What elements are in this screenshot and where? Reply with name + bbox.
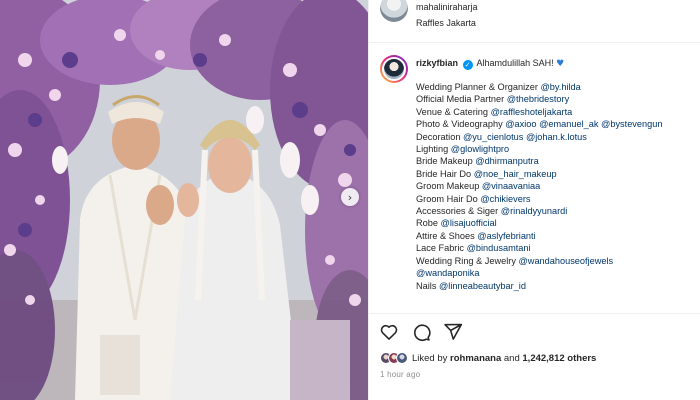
credit-label: Attire & Shoes xyxy=(416,230,478,241)
credit-tag-link[interactable]: @wandahouseofjewels xyxy=(518,256,613,266)
caption-username[interactable]: rizkyfbian xyxy=(416,58,458,68)
verified-badge-icon: ✓ xyxy=(462,60,473,70)
caption-text: Alhamdulillah SAH! xyxy=(476,58,554,68)
credit-tag-link[interactable]: @dhirmanputra xyxy=(475,156,538,166)
post-side-panel: mahaliniraharja Raffles Jakarta rizkyfbi… xyxy=(368,0,700,400)
credit-line: Robe @lisajuofficial xyxy=(416,217,700,229)
credit-tag-link[interactable]: @thebridestory xyxy=(507,94,569,104)
credit-label: Wedding Ring & Jewelry xyxy=(416,255,519,266)
likes-middle: and xyxy=(501,352,523,364)
likes-text[interactable]: Liked by rohmanana and 1,242,812 others xyxy=(412,353,596,364)
caption-credits: Wedding Planner & Organizer @by.hilda Off… xyxy=(416,81,700,292)
likes-count[interactable]: 1,242,812 others xyxy=(522,353,596,364)
credit-line: Accessories & Siger @rinaldyyunardi xyxy=(416,205,700,217)
credit-label: Lace Fabric xyxy=(416,243,467,254)
credit-tag-link[interactable]: @linneabeautybar_id xyxy=(439,281,526,291)
credit-line: Groom Makeup @vinaavaniaa xyxy=(416,180,700,192)
credit-line: @wandaponika xyxy=(416,267,700,279)
likes-row: Liked by rohmanana and 1,242,812 others xyxy=(380,352,596,364)
credit-line: Lighting @glowlightpro xyxy=(416,143,700,155)
credit-label: Official Media Partner xyxy=(416,94,507,105)
share-icon[interactable] xyxy=(443,322,463,342)
credit-line: Attire & Shoes @aslyfebrianti xyxy=(416,230,700,242)
blue-heart-icon: ♥ xyxy=(556,59,565,69)
credit-line: Groom Hair Do @chikievers xyxy=(416,193,700,205)
credit-line: Bride Hair Do @noe_hair_makeup xyxy=(416,168,700,180)
header-location[interactable]: Raffles Jakarta xyxy=(416,18,476,28)
credit-tag-link[interactable]: @axioo @emanuel_ak @bystevengun xyxy=(505,119,662,129)
credit-tag-link[interactable]: @bindusamtani xyxy=(467,243,531,253)
credit-line: Photo & Videography @axioo @emanuel_ak @… xyxy=(416,118,700,130)
credit-tag-link[interactable]: @lisajuofficial xyxy=(441,218,497,228)
credit-label: Venue & Catering xyxy=(416,106,491,117)
credit-label: Lighting xyxy=(416,144,451,155)
header-avatar[interactable] xyxy=(380,0,408,22)
credit-label: Robe xyxy=(416,218,441,229)
credit-label: Decoration xyxy=(416,131,463,142)
credit-tag-link[interactable]: @raffleshoteljakarta xyxy=(491,107,573,117)
credit-label: Wedding Planner & Organizer xyxy=(416,82,541,92)
comment-icon[interactable] xyxy=(411,322,431,342)
credit-tag-link[interactable]: @chikievers xyxy=(480,194,530,204)
credit-label: Groom Hair Do xyxy=(416,193,481,204)
credit-tag-link[interactable]: @glowlightpro xyxy=(451,144,509,154)
credit-line: Venue & Catering @raffleshoteljakarta xyxy=(416,106,700,118)
likes-user[interactable]: rohmanana xyxy=(450,353,501,364)
credit-line: Official Media Partner @thebridestory xyxy=(416,93,700,105)
action-bar xyxy=(379,322,463,342)
credit-label: Nails xyxy=(416,280,439,291)
post-photo[interactable]: › xyxy=(0,0,368,400)
credit-line: Wedding Planner & Organizer @by.hilda xyxy=(416,81,700,93)
header-username[interactable]: mahaliniraharja xyxy=(416,2,478,12)
credit-line: Lace Fabric @bindusamtani xyxy=(416,242,700,254)
credit-label: Photo & Videography xyxy=(416,119,506,130)
credit-line: Wedding Ring & Jewelry @wandahouseofjewe… xyxy=(416,255,700,267)
post-timestamp[interactable]: 1 hour ago xyxy=(380,370,420,379)
credit-tag-link[interactable]: @aslyfebrianti xyxy=(477,231,535,241)
credit-tag-link[interactable]: @wandaponika xyxy=(416,268,479,278)
credit-label: Accessories & Siger xyxy=(416,206,501,217)
header-divider xyxy=(369,42,700,43)
wedding-photo-illustration xyxy=(0,0,368,400)
caption-avatar[interactable] xyxy=(380,55,408,83)
caption-header: rizkyfbian ✓ Alhamdulillah SAH! ♥ xyxy=(416,58,564,70)
credit-label: Groom Makeup xyxy=(416,181,482,192)
credit-line: Decoration @yu_cienlotus @johan.k.lotus xyxy=(416,131,700,143)
carousel-next-button[interactable]: › xyxy=(341,188,359,206)
credit-tag-link[interactable]: @rinaldyyunardi xyxy=(501,206,568,216)
heart-icon[interactable] xyxy=(379,322,399,342)
credit-tag-link[interactable]: @noe_hair_makeup xyxy=(474,169,557,179)
actions-divider xyxy=(369,313,700,314)
credit-tag-link[interactable]: @yu_cienlotus @johan.k.lotus xyxy=(463,132,587,142)
credit-label: Bride Hair Do xyxy=(416,168,474,179)
credit-line: Bride Makeup @dhirmanputra xyxy=(416,155,700,167)
credit-tag-link[interactable]: @vinaavaniaa xyxy=(482,181,540,191)
credit-label: Bride Makeup xyxy=(416,156,476,167)
likes-prefix: Liked by xyxy=(412,352,451,364)
credit-line: Nails @linneabeautybar_id xyxy=(416,280,700,292)
credit-tag-link[interactable]: @by.hilda xyxy=(540,82,580,92)
liker-avatar xyxy=(396,352,408,364)
